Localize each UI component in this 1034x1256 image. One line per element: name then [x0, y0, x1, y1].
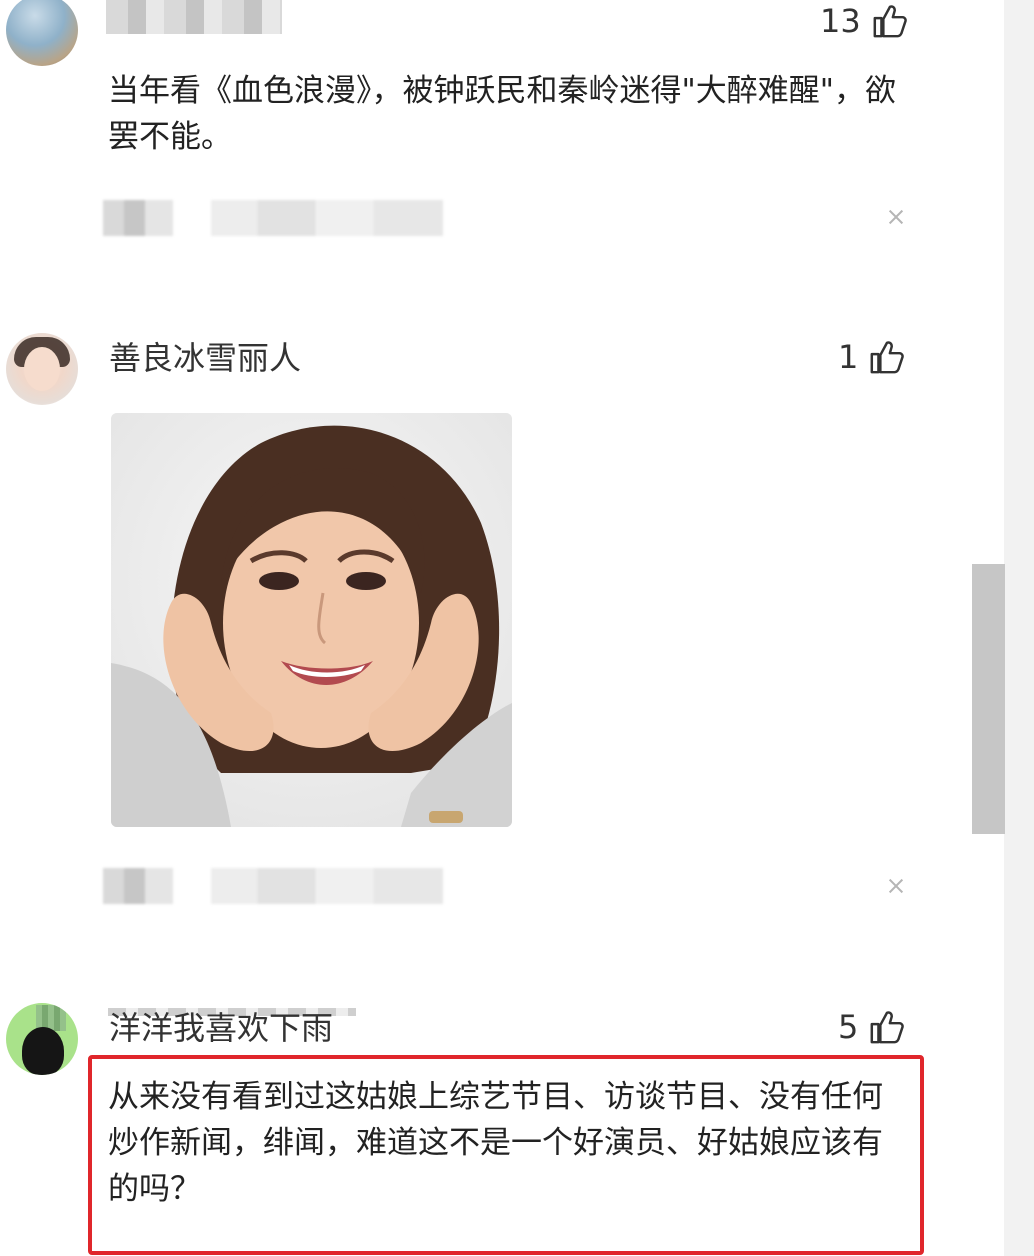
- like-count: 5: [838, 1008, 859, 1046]
- close-icon[interactable]: [887, 877, 905, 895]
- like-control[interactable]: 1: [838, 338, 906, 376]
- thumbs-up-icon[interactable]: [868, 1008, 906, 1046]
- blurred-username: [106, 0, 282, 34]
- comment-feed: 13 当年看《血色浪漫》，被钟跃民和秦岭迷得"大醉难醒"，欲罢不能。 善良冰雪丽…: [0, 0, 1034, 1256]
- like-count: 1: [838, 338, 859, 376]
- like-count: 13: [820, 2, 861, 40]
- blurred-action: [211, 868, 443, 904]
- comment-text: 从来没有看到过这姑娘上综艺节目、访谈节目、没有任何炒作新闻，绯闻，难道这不是一个…: [108, 1079, 883, 1207]
- user-avatar[interactable]: [6, 333, 78, 405]
- portrait-illustration: [111, 413, 512, 827]
- user-avatar[interactable]: [6, 1003, 78, 1075]
- avatar-face: [24, 347, 60, 391]
- scrollbar-thumb[interactable]: [972, 564, 1005, 834]
- thumbs-up-icon[interactable]: [871, 2, 909, 40]
- comment-text: 当年看《血色浪漫》，被钟跃民和秦岭迷得"大醉难醒"，欲罢不能。: [108, 73, 897, 155]
- blurred-action: [211, 200, 443, 236]
- user-avatar[interactable]: [6, 0, 78, 66]
- like-control[interactable]: 13: [820, 2, 909, 40]
- avatar-figure: [22, 1027, 64, 1075]
- thumbs-up-icon[interactable]: [868, 338, 906, 376]
- like-control[interactable]: 5: [838, 1008, 906, 1046]
- blurred-action: [103, 868, 173, 904]
- username[interactable]: 善良冰雪丽人: [109, 338, 301, 378]
- comment-photo[interactable]: [111, 413, 512, 827]
- blurred-action: [103, 200, 173, 236]
- username[interactable]: 洋洋我喜欢下雨: [109, 1008, 333, 1048]
- scrollbar-track[interactable]: [1004, 0, 1034, 1256]
- close-icon[interactable]: [887, 208, 905, 226]
